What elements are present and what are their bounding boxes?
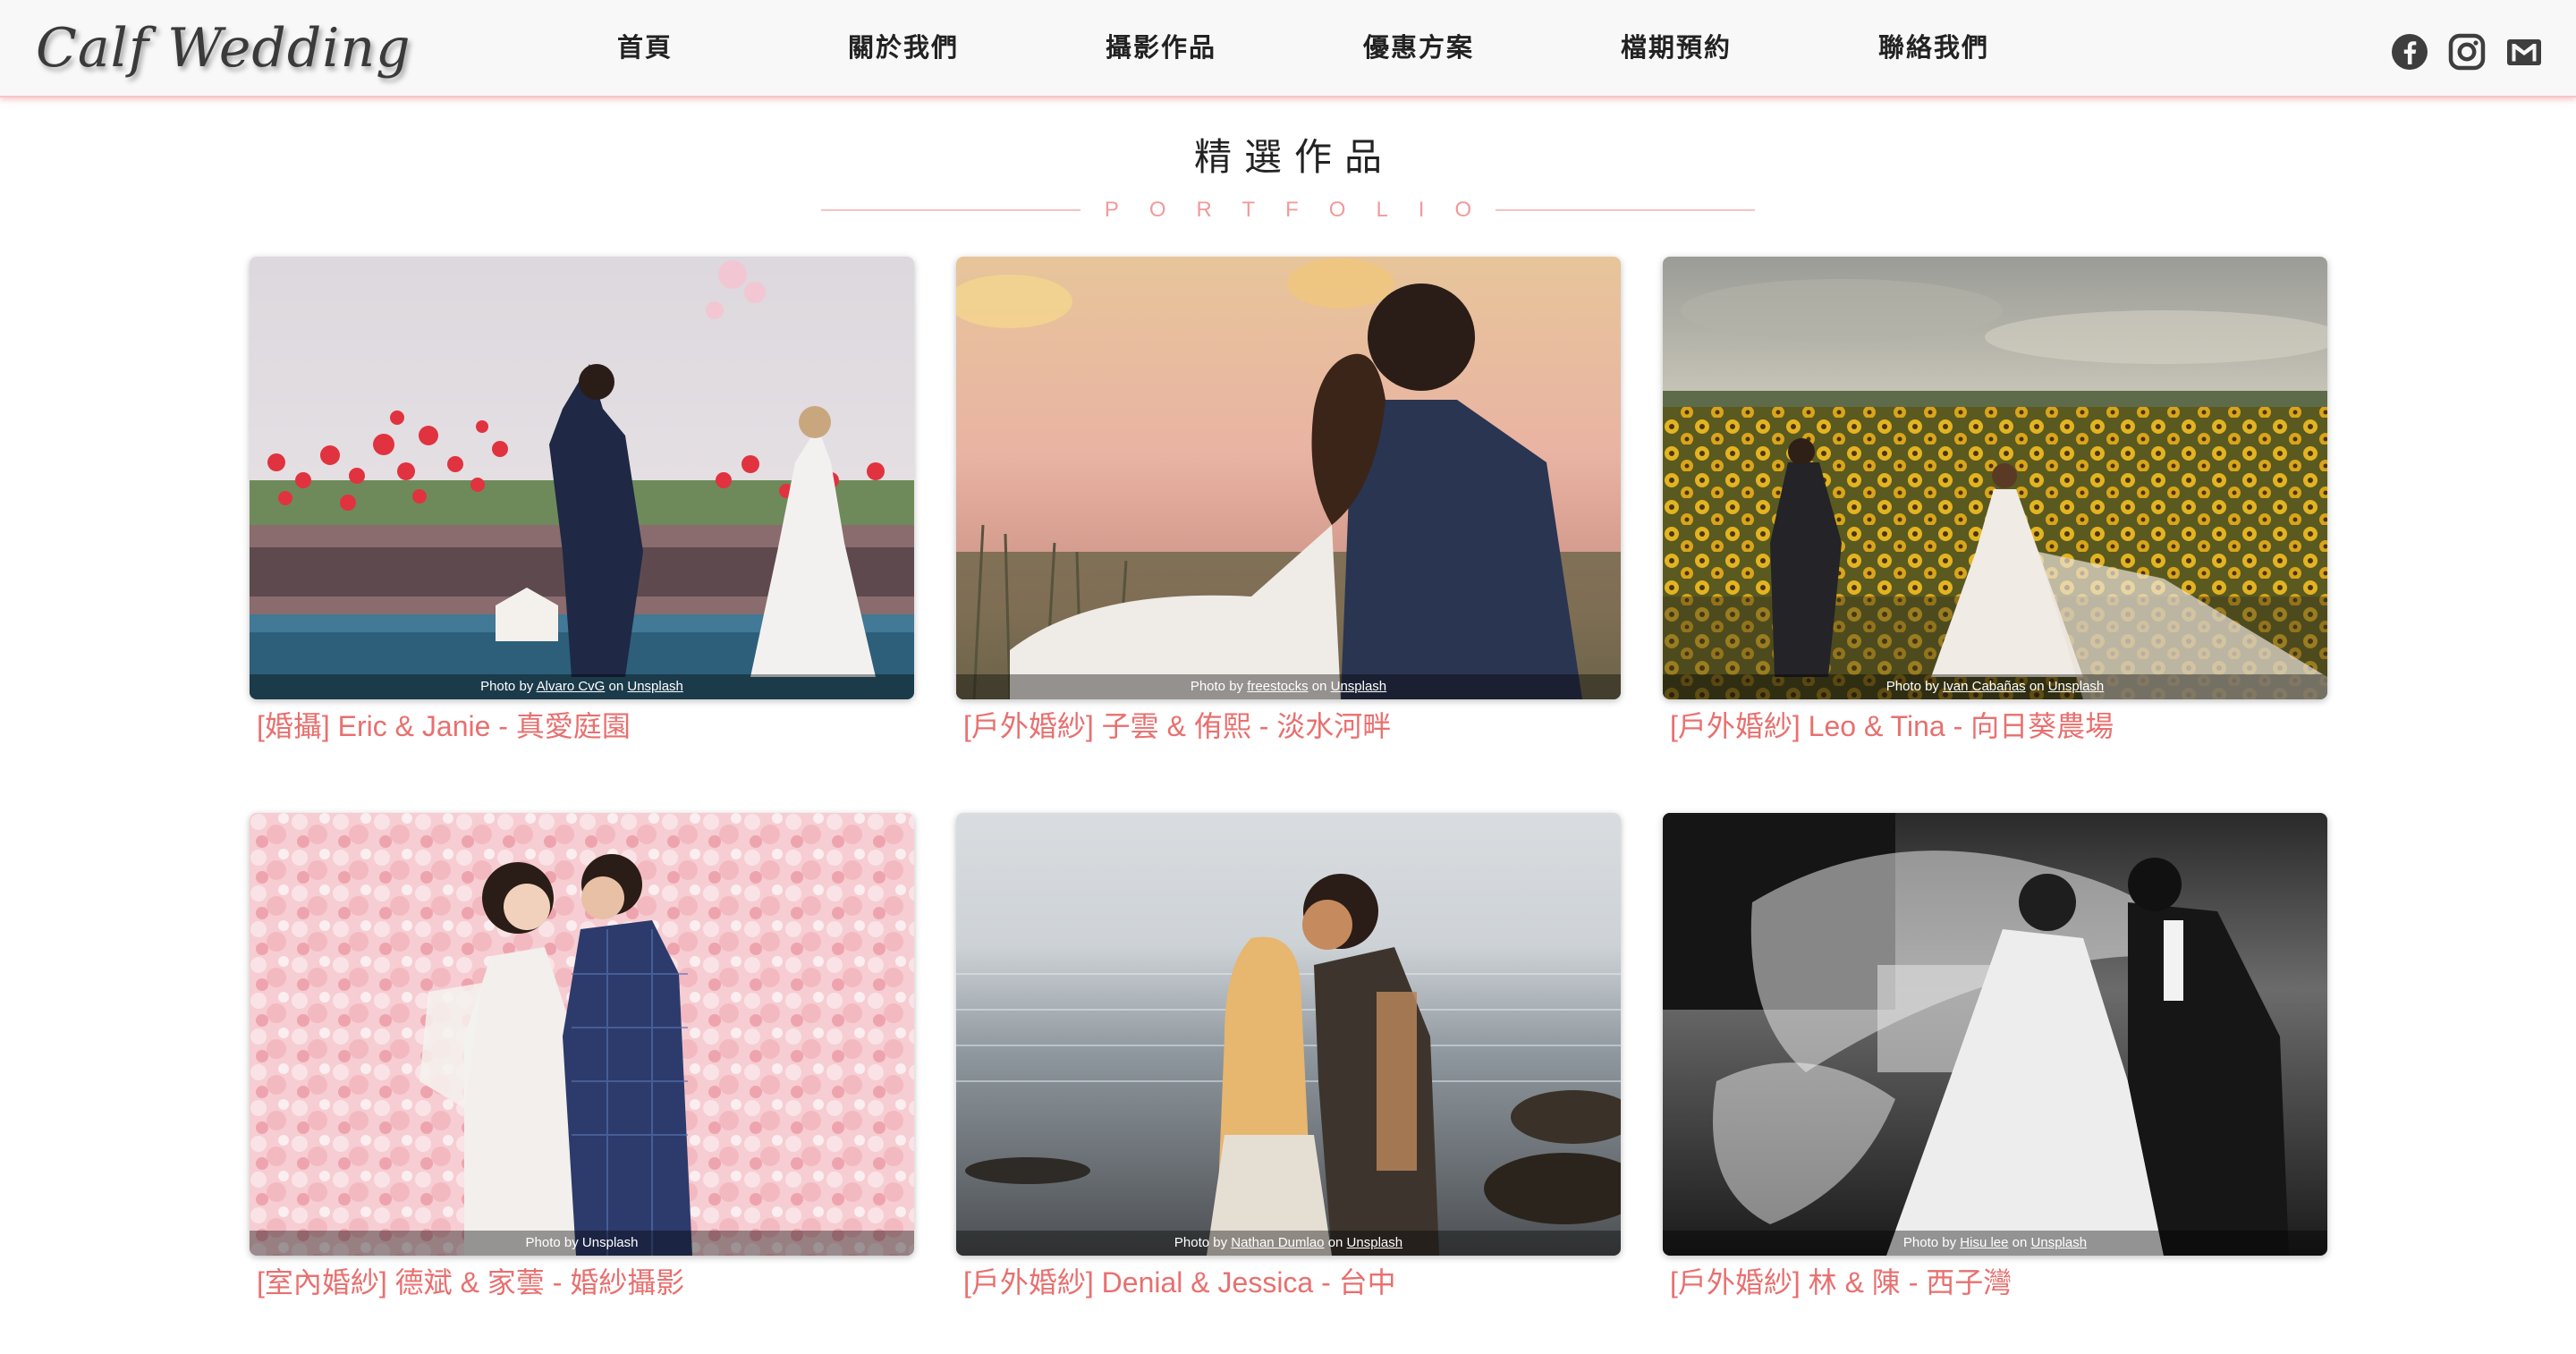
credit-source-link[interactable]: Unsplash bbox=[2031, 1235, 2088, 1250]
facebook-icon[interactable] bbox=[2390, 32, 2429, 72]
site-header: Calf Wedding 首頁 關於我們 攝影作品 優惠方案 檔期預約 聯絡我們 bbox=[0, 0, 2576, 97]
section-title: 精選作品 bbox=[1193, 136, 1394, 178]
portfolio-photo[interactable]: Photo by freestocks on Unsplash bbox=[956, 257, 1621, 699]
credit-source: Unsplash bbox=[581, 1235, 639, 1250]
section-subtitle-row: PORTFOLIO bbox=[0, 197, 2576, 224]
instagram-icon[interactable] bbox=[2447, 32, 2487, 72]
credit-author-link[interactable]: Nathan Dumlao bbox=[1231, 1235, 1324, 1250]
credit-prefix: Photo by bbox=[1190, 679, 1244, 694]
credit-author-link[interactable]: Hisu lee bbox=[1960, 1235, 2008, 1250]
site-logo[interactable]: Calf Wedding bbox=[36, 13, 411, 84]
nav-portfolio[interactable]: 攝影作品 bbox=[1106, 0, 1216, 97]
photo-credit: Photo by Unsplash bbox=[250, 1231, 914, 1256]
photo-credit: Photo by Hisu lee on Unsplash bbox=[1663, 1231, 2327, 1256]
portfolio-caption[interactable]: [室內婚紗] 德斌 & 家蕓 - 婚紗攝影 bbox=[257, 1265, 684, 1300]
left-divider bbox=[821, 209, 1080, 211]
credit-source-link[interactable]: Unsplash bbox=[1331, 679, 1387, 694]
credit-source-link[interactable]: Unsplash bbox=[2048, 679, 2105, 694]
nav-about[interactable]: 關於我們 bbox=[848, 0, 959, 97]
credit-source-link[interactable]: Unsplash bbox=[627, 679, 683, 694]
portfolio-photo[interactable]: Photo by Ivan Cabañas on Unsplash bbox=[1663, 257, 2327, 699]
portfolio-caption[interactable]: [婚攝] Eric & Janie - 真愛庭園 bbox=[257, 708, 631, 744]
social-links bbox=[2390, 32, 2547, 72]
portfolio-photo[interactable]: Photo by Alvaro CvG on Unsplash bbox=[250, 257, 914, 699]
portfolio-caption[interactable]: [戶外婚紗] 子雲 & 侑熙 - 淡水河畔 bbox=[963, 708, 1391, 744]
photo-credit: Photo by Ivan Cabañas on Unsplash bbox=[1663, 674, 2327, 699]
portfolio-photo[interactable]: Photo by Hisu lee on Unsplash bbox=[1663, 813, 2327, 1256]
credit-on: on bbox=[2012, 1235, 2028, 1250]
photo-credit: Photo by freestocks on Unsplash bbox=[956, 674, 1621, 699]
nav-pricing[interactable]: 優惠方案 bbox=[1363, 0, 1474, 97]
credit-prefix: Photo by bbox=[525, 1235, 579, 1250]
photo-credit: Photo by Nathan Dumlao on Unsplash bbox=[956, 1231, 1621, 1256]
mail-icon[interactable] bbox=[2504, 32, 2544, 72]
credit-author-link[interactable]: freestocks bbox=[1247, 679, 1308, 694]
portfolio-caption[interactable]: [戶外婚紗] Leo & Tina - 向日葵農場 bbox=[1670, 708, 2114, 744]
credit-on: on bbox=[608, 679, 624, 694]
nav-home[interactable]: 首頁 bbox=[617, 0, 673, 97]
credit-author-link[interactable]: Alvaro CvG bbox=[537, 679, 606, 694]
credit-prefix: Photo by bbox=[1885, 679, 1939, 694]
portfolio-caption[interactable]: [戶外婚紗] 林 & 陳 - 西子灣 bbox=[1670, 1265, 2012, 1300]
credit-on: on bbox=[1311, 679, 1327, 694]
section-subtitle: PORTFOLIO bbox=[1104, 198, 1503, 222]
nav-contact[interactable]: 聯絡我們 bbox=[1878, 0, 1989, 97]
credit-prefix: Photo by bbox=[1174, 1235, 1228, 1250]
credit-on: on bbox=[2029, 679, 2045, 694]
credit-source-link[interactable]: Unsplash bbox=[1347, 1235, 1403, 1250]
nav-booking[interactable]: 檔期預約 bbox=[1621, 0, 1732, 97]
portfolio-caption[interactable]: [戶外婚紗] Denial & Jessica - 台中 bbox=[963, 1265, 1396, 1300]
photo-credit: Photo by Alvaro CvG on Unsplash bbox=[250, 674, 914, 699]
credit-prefix: Photo by bbox=[480, 679, 534, 694]
credit-on: on bbox=[1327, 1235, 1343, 1250]
credit-prefix: Photo by bbox=[1902, 1235, 1957, 1250]
right-divider bbox=[1496, 209, 1755, 211]
portfolio-photo[interactable]: Photo by Unsplash bbox=[250, 813, 914, 1256]
credit-author-link[interactable]: Ivan Cabañas bbox=[1943, 679, 2026, 694]
portfolio-photo[interactable]: Photo by Nathan Dumlao on Unsplash bbox=[956, 813, 1621, 1256]
